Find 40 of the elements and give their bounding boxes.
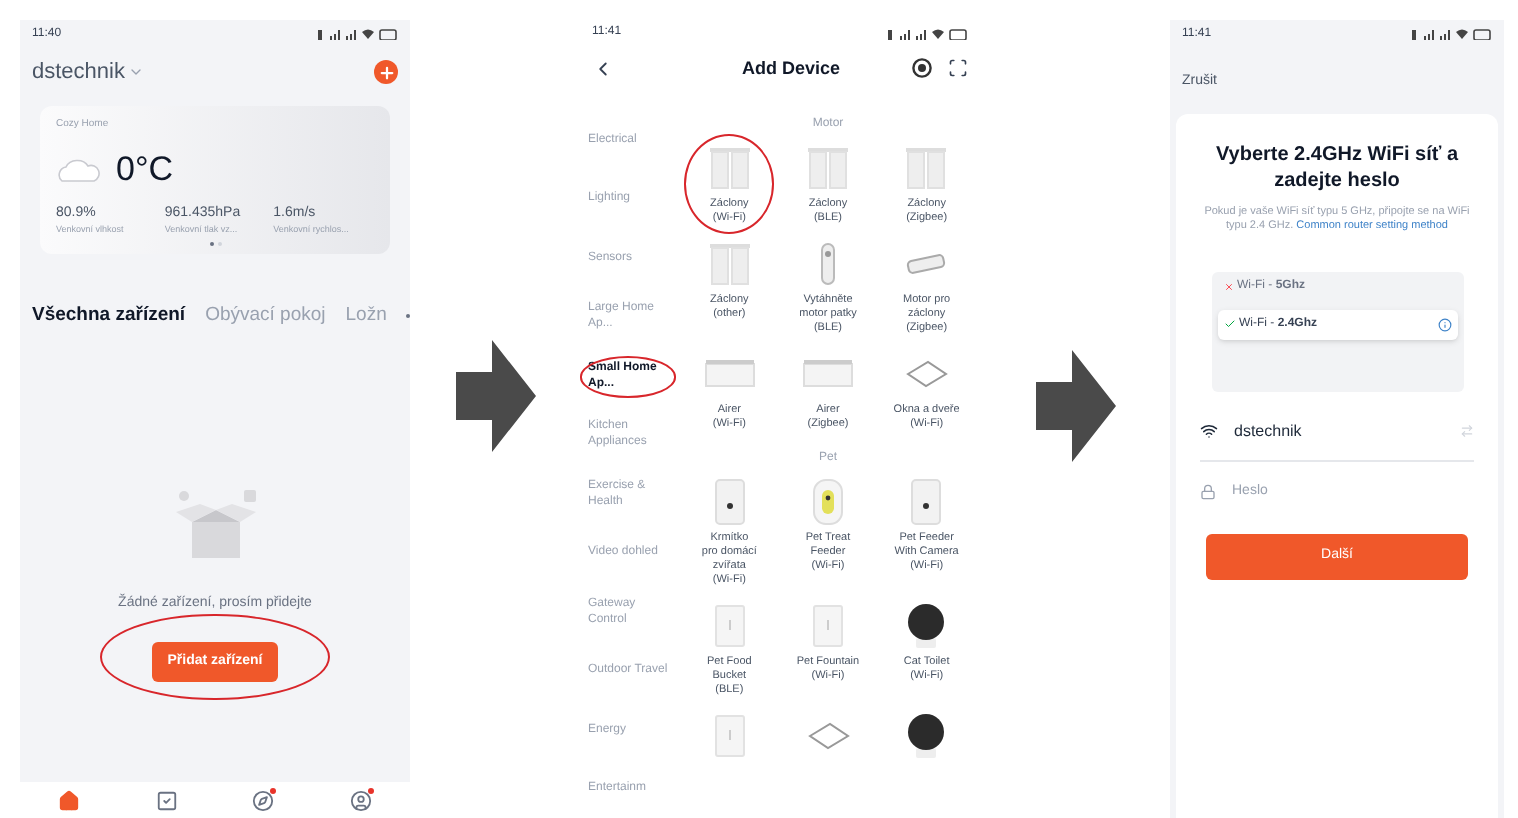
feeder-icon [908, 478, 945, 526]
motor-icon [819, 242, 836, 286]
airer-icon [801, 358, 854, 390]
container-icon [809, 604, 846, 648]
lock-icon [1200, 483, 1216, 500]
profile-icon[interactable] [350, 789, 373, 811]
status-icons-drawing [1412, 28, 1492, 40]
feeder-icon [809, 478, 846, 526]
ball-icon [904, 602, 949, 650]
home-icon[interactable] [57, 789, 80, 811]
wifi-icon [1200, 422, 1218, 440]
airer-icon [703, 358, 756, 390]
window-icon [805, 720, 850, 752]
container-icon [711, 714, 748, 758]
motor-icon [906, 254, 947, 274]
container-icon [711, 604, 748, 648]
window-icon [904, 358, 949, 390]
curtain-icon [904, 146, 949, 190]
compass-icon[interactable] [252, 789, 275, 811]
checkbox-icon[interactable] [155, 789, 178, 811]
screen-title: Add Device [741, 55, 841, 82]
room-tab[interactable]: Všechna zařízení [32, 301, 186, 330]
scan-icon[interactable] [948, 58, 968, 79]
add-button[interactable] [374, 60, 398, 85]
arrow-icon [1035, 349, 1115, 461]
feeder-icon [711, 478, 748, 526]
form-title: Vyberte 2.4GHz WiFi síť a zadejte heslo [1213, 141, 1461, 193]
ball-icon [904, 712, 949, 760]
curtain-icon [707, 242, 752, 286]
arrow-icon [455, 339, 535, 451]
status-icons-drawing [318, 28, 398, 40]
curtain-icon [805, 146, 850, 190]
curtain-icon [707, 146, 752, 190]
ssid-field[interactable]: dstechnik [1234, 419, 1302, 443]
cloud-icon [56, 157, 100, 182]
temperature: 0°C [116, 148, 174, 192]
target-icon[interactable] [912, 58, 932, 79]
info-icon[interactable] [1437, 317, 1451, 331]
home-name[interactable]: dstechnik [32, 56, 125, 89]
status-icons-drawing [888, 27, 968, 40]
